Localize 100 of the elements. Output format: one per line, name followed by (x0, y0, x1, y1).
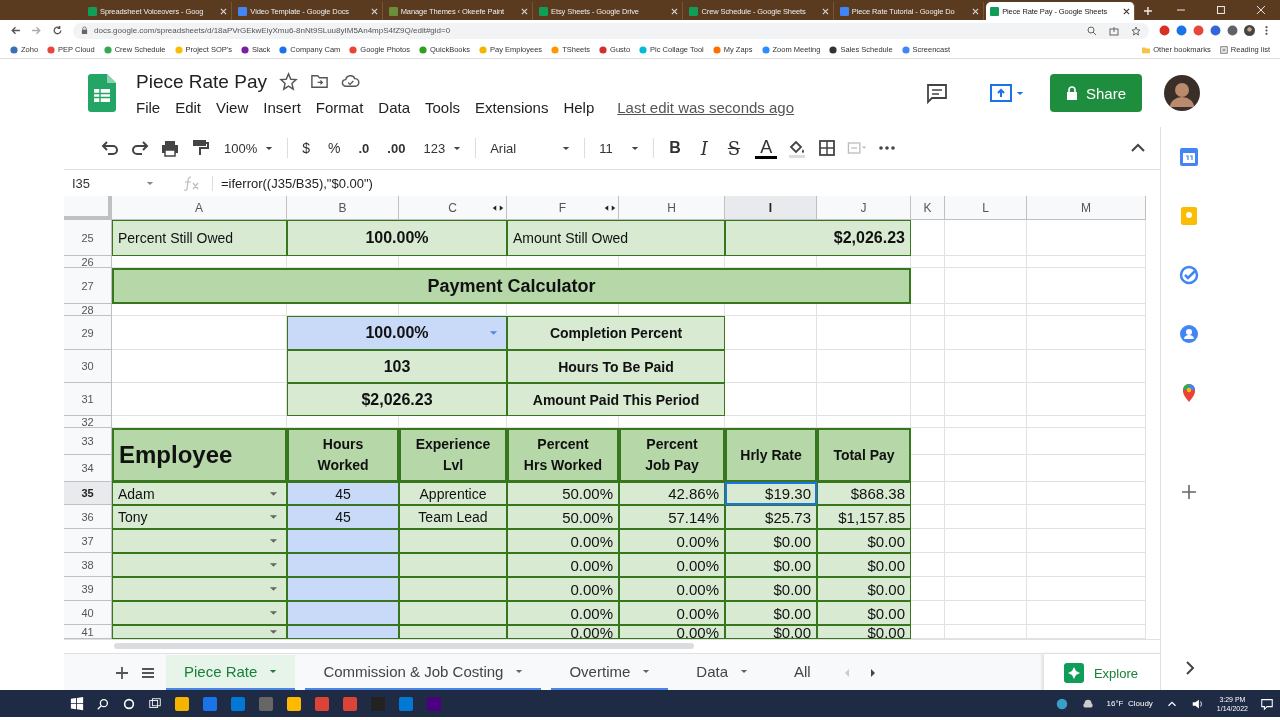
calendar-icon[interactable] (1178, 147, 1199, 167)
undo-icon[interactable] (100, 138, 120, 158)
empty-cell[interactable] (1027, 256, 1146, 268)
empty-cell[interactable] (945, 601, 1027, 625)
print-icon[interactable] (160, 138, 180, 158)
table-cell[interactable]: Tony (112, 505, 287, 529)
sheet-tab[interactable]: Data (678, 655, 766, 690)
empty-cell[interactable] (1027, 601, 1146, 625)
menu-item[interactable]: Extensions (475, 98, 549, 116)
menu-item[interactable]: Tools (425, 98, 461, 116)
share-icon[interactable] (1109, 25, 1119, 36)
close-icon[interactable] (1122, 7, 1130, 15)
star-icon[interactable] (1131, 25, 1141, 36)
empty-cell[interactable] (945, 416, 1027, 428)
add-sheet-icon[interactable] (114, 665, 130, 681)
empty-cell[interactable] (1027, 577, 1146, 601)
column-header[interactable]: H (619, 196, 725, 220)
empty-cell[interactable] (1027, 350, 1146, 383)
text-color-button[interactable]: A (755, 137, 778, 159)
row-header[interactable]: 34 (64, 455, 112, 482)
increase-decimals-button[interactable]: .00 (383, 140, 410, 156)
empty-cell[interactable] (911, 256, 945, 268)
empty-cell[interactable] (911, 316, 945, 350)
dropdown-icon[interactable] (269, 586, 278, 592)
empty-cell[interactable] (945, 220, 1027, 256)
menu-item[interactable]: Help (563, 98, 595, 116)
column-header[interactable]: M (1027, 196, 1146, 220)
share-button[interactable]: Share (1050, 74, 1142, 112)
avatar-icon[interactable] (1164, 75, 1200, 111)
scrollbar[interactable] (114, 643, 694, 649)
row-header[interactable]: 29 (64, 316, 112, 350)
all-sheets-icon[interactable] (140, 665, 156, 681)
dropdown-icon[interactable] (269, 490, 278, 497)
explore-button[interactable]: Explore (1043, 654, 1160, 690)
empty-cell[interactable] (945, 625, 1027, 639)
row-header[interactable]: 25 (64, 220, 112, 256)
bold-button[interactable]: B (664, 139, 686, 157)
menu-item[interactable]: View (216, 98, 249, 116)
row-header[interactable]: 36 (64, 505, 112, 529)
paint-format-icon[interactable] (190, 138, 210, 158)
table-cell[interactable] (112, 577, 287, 601)
dropdown-icon[interactable] (269, 538, 278, 544)
row-header[interactable]: 41 (64, 625, 112, 639)
sheet-tab[interactable]: All (776, 655, 829, 690)
app-icon[interactable] (174, 695, 190, 712)
task-view-icon[interactable] (148, 696, 162, 711)
empty-cell[interactable] (1027, 416, 1146, 428)
formula-input[interactable]: =iferror((J35/B35),"$0.00") (212, 175, 373, 191)
avatar-icon[interactable] (1244, 25, 1255, 36)
column-header[interactable]: I (725, 196, 817, 220)
font-dropdown[interactable]: Arial (486, 140, 575, 156)
column-header[interactable]: J (817, 196, 911, 220)
empty-cell[interactable] (1027, 268, 1146, 304)
empty-cell[interactable] (1027, 625, 1146, 639)
sheets-logo-icon[interactable] (88, 74, 116, 112)
back-icon[interactable] (10, 25, 21, 36)
empty-cell[interactable] (1027, 455, 1146, 482)
row-header[interactable]: 37 (64, 529, 112, 553)
empty-cell[interactable] (911, 304, 945, 316)
network-icon[interactable] (1054, 696, 1069, 711)
italic-button[interactable]: I (695, 137, 713, 159)
empty-cell[interactable] (1027, 529, 1146, 553)
search-icon[interactable] (96, 696, 110, 711)
empty-cell[interactable] (817, 350, 911, 383)
font-size-dropdown[interactable]: 11 (595, 140, 644, 156)
percent-format-button[interactable]: % (324, 140, 345, 156)
table-cell[interactable]: 103 (287, 350, 507, 383)
decrease-decimals-button[interactable]: .0 (354, 140, 374, 156)
extension-icon[interactable] (1159, 25, 1170, 36)
row-header[interactable]: 31 (64, 383, 112, 416)
empty-cell[interactable] (911, 416, 945, 428)
extension-icon[interactable] (1193, 25, 1204, 36)
menu-item[interactable]: Insert (263, 98, 301, 116)
menu-item[interactable]: File (136, 98, 161, 116)
empty-cell[interactable] (945, 577, 1027, 601)
empty-cell[interactable] (1027, 220, 1146, 256)
column-header[interactable]: A (112, 196, 287, 220)
new-tab-icon[interactable] (1142, 6, 1153, 16)
empty-cell[interactable] (945, 529, 1027, 553)
row-header[interactable]: 28 (64, 304, 112, 316)
dropdown-icon[interactable] (269, 514, 278, 520)
comment-icon[interactable] (926, 82, 948, 104)
empty-cell[interactable] (1027, 304, 1146, 316)
table-cell[interactable] (112, 529, 287, 553)
reload-icon[interactable] (52, 25, 63, 36)
empty-cell[interactable] (1027, 316, 1146, 350)
address-bar[interactable]: docs.google.com/spreadsheets/d/18aPVrGEkwEiyXmu6-8nNt9SLuu8yIM5An4mpS4fZ9Q/edit#gid=0 (73, 22, 1149, 39)
empty-cell[interactable] (945, 455, 1027, 482)
hidden-columns-icon[interactable] (603, 203, 617, 212)
row-header[interactable]: 32 (64, 416, 112, 428)
menu-item[interactable]: Format (315, 98, 364, 116)
empty-cell[interactable] (945, 304, 1027, 316)
notification-icon[interactable] (1260, 696, 1274, 711)
extension-icon[interactable] (1227, 25, 1238, 36)
row-header[interactable]: 30 (64, 350, 112, 383)
table-cell[interactable] (112, 553, 287, 577)
table-cell[interactable] (112, 625, 287, 639)
table-cell[interactable] (112, 601, 287, 625)
empty-cell[interactable] (945, 383, 1027, 416)
strikethrough-button[interactable]: S (722, 137, 746, 159)
